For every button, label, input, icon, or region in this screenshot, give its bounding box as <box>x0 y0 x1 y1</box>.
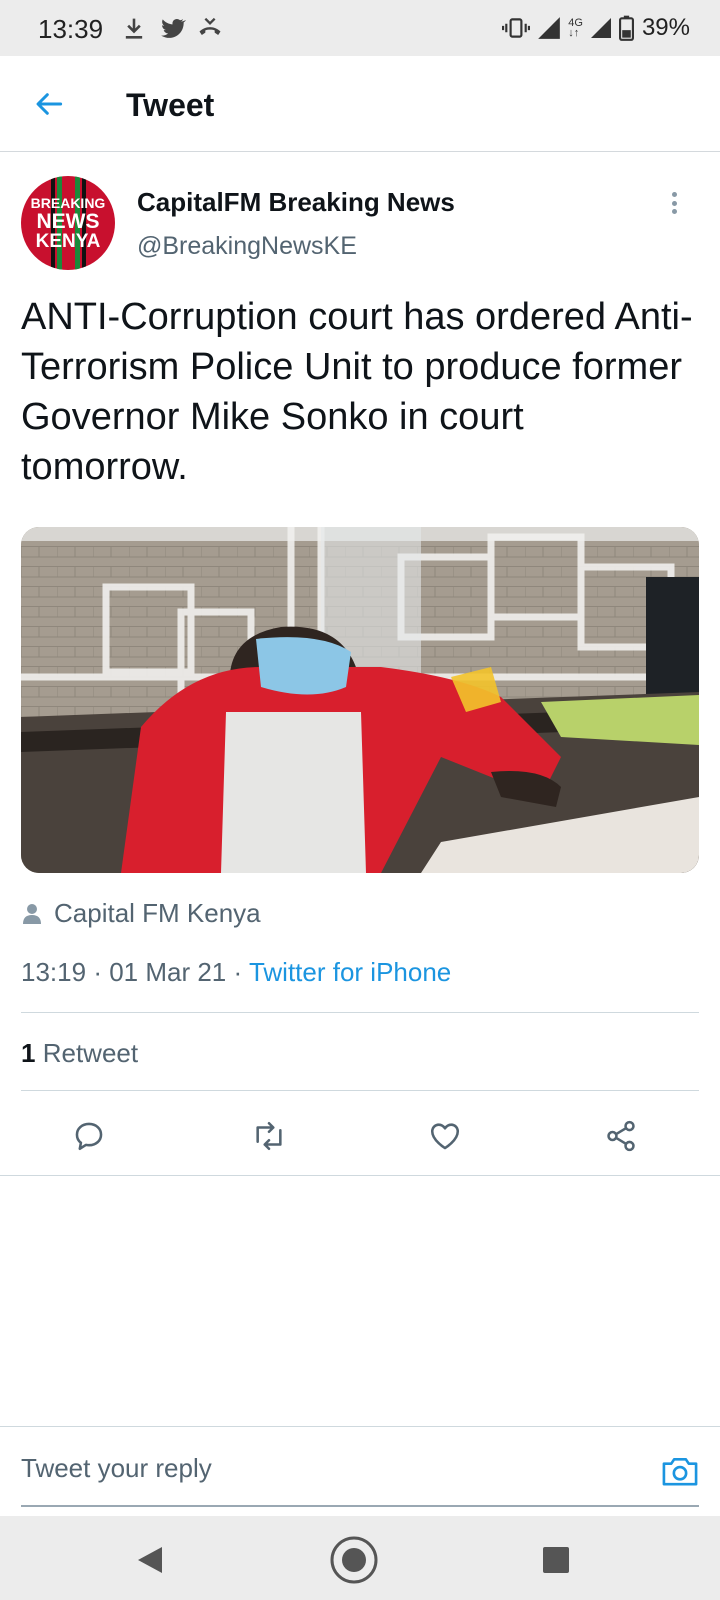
retweet-stats[interactable]: 1 Retweet <box>21 1038 138 1069</box>
download-icon <box>125 18 143 39</box>
nav-home-button[interactable] <box>328 1534 380 1586</box>
separator: · <box>93 957 110 987</box>
status-notification-icons <box>120 14 224 42</box>
signal-icon <box>538 17 561 39</box>
status-system-icons: 4G ↓↑ 39% <box>502 14 690 42</box>
network-type: 4G ↓↑ <box>568 17 583 39</box>
avatar-text-news: NEWS <box>36 210 100 233</box>
battery-icon <box>618 15 634 41</box>
tweet-text: ANTI-Corruption court has ordered Anti-T… <box>21 296 693 488</box>
more-dot <box>671 200 677 206</box>
tweet-date: 01 Mar 21 <box>109 957 227 987</box>
share-button[interactable] <box>597 1112 645 1160</box>
more-options-button[interactable] <box>662 188 686 218</box>
separator: · <box>233 957 249 987</box>
camera-icon <box>662 1457 698 1486</box>
divider <box>21 1090 699 1091</box>
signal-icon <box>590 18 611 38</box>
more-dot <box>671 192 677 197</box>
status-bar: 13:39 4G ↓↑ 39% <box>0 0 720 56</box>
nav-back-button[interactable] <box>124 1534 176 1586</box>
share-icon <box>607 1120 635 1152</box>
person-icon <box>23 903 41 924</box>
retweet-count: 1 <box>21 1038 36 1068</box>
tweet-meta: 13:19 · 01 Mar 21 · Twitter for iPhone <box>21 957 451 988</box>
avatar-text-breaking: BREAKING <box>30 195 106 211</box>
missed-call-icon <box>199 17 221 35</box>
avatar[interactable]: BREAKING NEWS KENYA <box>21 176 115 270</box>
photo-credit-text: Capital FM Kenya <box>54 898 261 928</box>
battery-percentage: 39% <box>641 14 690 41</box>
reply-input[interactable] <box>21 1453 661 1484</box>
tweet-actions <box>0 1096 720 1176</box>
status-time: 13:39 <box>38 14 104 44</box>
square-recents-icon <box>543 1547 569 1573</box>
arrow-left-icon <box>36 93 63 115</box>
heart-icon <box>430 1123 460 1150</box>
back-button[interactable] <box>24 78 76 130</box>
more-dot <box>671 209 677 214</box>
tweet-time: 13:19 <box>21 957 87 987</box>
author-name[interactable]: CapitalFM Breaking News <box>137 187 455 218</box>
photo-image <box>21 527 699 873</box>
page-title: Tweet <box>126 87 215 123</box>
twitter-icon <box>161 18 186 38</box>
retweet-icon <box>256 1121 282 1151</box>
top-app-bar: Tweet <box>0 56 720 152</box>
nav-recents-button[interactable] <box>530 1534 582 1586</box>
divider <box>21 1012 699 1013</box>
reply-composer <box>0 1426 720 1516</box>
vibrate-icon <box>502 18 531 38</box>
tweet-photo[interactable] <box>21 527 699 873</box>
reply-underline <box>21 1505 699 1507</box>
camera-button[interactable] <box>658 1451 702 1491</box>
photo-credit: Capital FM Kenya <box>22 898 261 929</box>
reply-icon <box>75 1122 103 1151</box>
circle-home-icon <box>330 1536 378 1584</box>
tweet-source-link[interactable]: Twitter for iPhone <box>249 957 451 987</box>
system-navigation-bar <box>0 1516 720 1600</box>
reply-button[interactable] <box>65 1112 113 1160</box>
retweet-label: Retweet <box>42 1038 139 1068</box>
avatar-text-kenya: KENYA <box>35 231 101 252</box>
like-button[interactable] <box>421 1112 469 1160</box>
triangle-back-icon <box>138 1547 162 1573</box>
retweet-button[interactable] <box>245 1112 293 1160</box>
author-handle[interactable]: @BreakingNewsKE <box>137 232 357 261</box>
